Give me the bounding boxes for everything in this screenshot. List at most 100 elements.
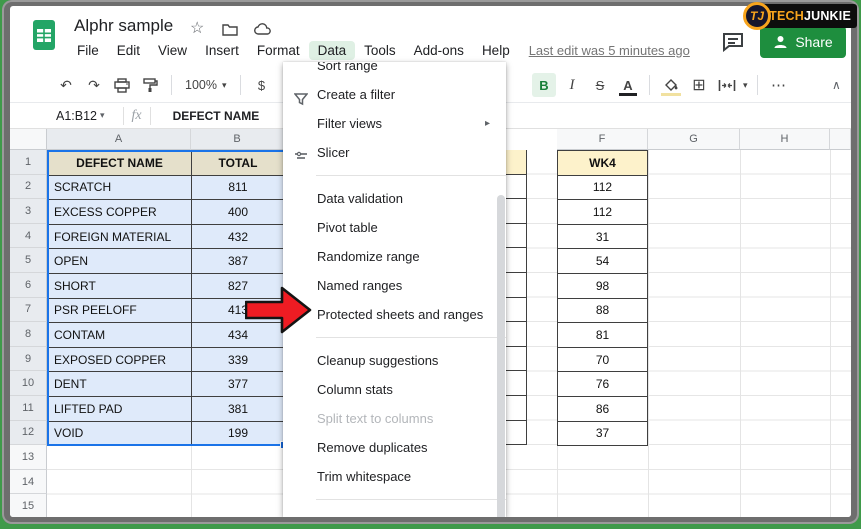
undo-icon[interactable]: ↶: [54, 73, 78, 97]
menu-item-protected-sheets-and-ranges[interactable]: Protected sheets and ranges: [283, 300, 506, 329]
menu-item-create-a-filter[interactable]: Create a filter: [283, 80, 506, 109]
row-header[interactable]: 15: [10, 494, 47, 517]
cell[interactable]: 400: [192, 200, 285, 225]
cell[interactable]: SHORT: [48, 274, 192, 299]
share-button[interactable]: Share: [760, 26, 846, 58]
menu-addons[interactable]: Add-ons: [405, 41, 473, 60]
cell[interactable]: LIFTED PAD: [48, 397, 192, 422]
row-header[interactable]: 1: [10, 150, 47, 175]
bold-button[interactable]: B: [532, 73, 556, 97]
cell-b1[interactable]: TOTAL: [192, 151, 285, 176]
name-box[interactable]: A1:B12: [56, 109, 100, 123]
cell[interactable]: 86: [558, 397, 648, 422]
row-header[interactable]: 14: [10, 470, 47, 495]
collapse-toolbar-icon[interactable]: ∧: [832, 68, 841, 102]
row-header[interactable]: 5: [10, 248, 47, 273]
row-header[interactable]: 2: [10, 175, 47, 200]
cell[interactable]: 31: [558, 225, 648, 250]
cell[interactable]: 381: [192, 397, 285, 422]
menu-item-cleanup-suggestions[interactable]: Cleanup suggestions: [283, 346, 506, 375]
borders-button[interactable]: ⊞: [687, 73, 711, 97]
document-title[interactable]: Alphr sample: [74, 16, 173, 36]
cell[interactable]: 432: [192, 225, 285, 250]
cell[interactable]: SCRATCH: [48, 176, 192, 201]
cell[interactable]: 98: [558, 274, 648, 299]
italic-button[interactable]: I: [560, 73, 584, 97]
row-header[interactable]: 4: [10, 224, 47, 249]
cell[interactable]: VOID: [48, 422, 192, 447]
folder-icon[interactable]: [222, 23, 238, 40]
cell[interactable]: EXCESS COPPER: [48, 200, 192, 225]
column-header-g[interactable]: G: [648, 129, 740, 150]
text-color-button[interactable]: A: [616, 73, 640, 97]
menu-item-pivot-table[interactable]: Pivot table: [283, 213, 506, 242]
menu-insert[interactable]: Insert: [196, 41, 248, 60]
column-header-h[interactable]: H: [740, 129, 830, 150]
row-header[interactable]: 10: [10, 371, 47, 396]
name-box-dropdown-icon[interactable]: ▾: [100, 110, 105, 121]
menu-tools[interactable]: Tools: [355, 41, 405, 60]
row-header[interactable]: 13: [10, 445, 47, 470]
merge-cells-button[interactable]: [715, 73, 739, 97]
cell[interactable]: 112: [558, 200, 648, 225]
row-header[interactable]: 7: [10, 298, 47, 323]
last-edit-link[interactable]: Last edit was 5 minutes ago: [529, 43, 690, 58]
menu-item-column-stats[interactable]: Column stats: [283, 375, 506, 404]
print-icon[interactable]: [110, 73, 134, 97]
cell[interactable]: EXPOSED COPPER: [48, 348, 192, 373]
more-toolbar-button[interactable]: ⋯: [767, 73, 791, 97]
paint-format-icon[interactable]: [138, 73, 162, 97]
merge-dropdown-icon[interactable]: ▾: [743, 80, 748, 91]
menu-scrollbar[interactable]: [497, 195, 505, 517]
menu-item-remove-duplicates[interactable]: Remove duplicates: [283, 433, 506, 462]
menu-help[interactable]: Help: [473, 41, 519, 60]
row-header[interactable]: 3: [10, 199, 47, 224]
cell[interactable]: 112: [558, 176, 648, 201]
cell-a1[interactable]: DEFECT NAME: [48, 151, 192, 176]
row-header[interactable]: 6: [10, 273, 47, 298]
menu-format[interactable]: Format: [248, 41, 309, 60]
menu-file[interactable]: File: [68, 41, 108, 60]
menu-edit[interactable]: Edit: [108, 41, 149, 60]
zoom-select[interactable]: 100% ▾: [181, 78, 231, 92]
menu-item-data-validation[interactable]: Data validation: [283, 184, 506, 213]
cell[interactable]: 88: [558, 299, 648, 324]
cell[interactable]: CONTAM: [48, 323, 192, 348]
cell[interactable]: 70: [558, 348, 648, 373]
menu-item-sort-range[interactable]: Sort range: [283, 62, 506, 80]
cell[interactable]: OPEN: [48, 249, 192, 274]
menu-item-filter-views[interactable]: Filter views ▸: [283, 109, 506, 138]
cell[interactable]: 37: [558, 422, 648, 447]
column-header-b[interactable]: B: [191, 129, 284, 150]
cell[interactable]: 339: [192, 348, 285, 373]
column-header-a[interactable]: A: [47, 129, 191, 150]
fill-color-button[interactable]: [659, 73, 683, 97]
cell[interactable]: 387: [192, 249, 285, 274]
column-header-f[interactable]: F: [557, 129, 648, 150]
cell[interactable]: 54: [558, 249, 648, 274]
menu-data[interactable]: Data: [309, 41, 356, 60]
row-header[interactable]: 9: [10, 347, 47, 372]
cell[interactable]: DENT: [48, 372, 192, 397]
cell[interactable]: 76: [558, 372, 648, 397]
cell[interactable]: PSR PEELOFF: [48, 299, 192, 324]
formula-input[interactable]: DEFECT NAME: [173, 109, 260, 123]
column-header-partial[interactable]: [830, 129, 851, 150]
menu-item-trim-whitespace[interactable]: Trim whitespace: [283, 462, 506, 491]
cell[interactable]: 81: [558, 323, 648, 348]
cell[interactable]: FOREIGN MATERIAL: [48, 225, 192, 250]
cell-f1[interactable]: WK4: [558, 151, 648, 176]
format-currency-button[interactable]: $: [250, 73, 274, 97]
cell[interactable]: 199: [192, 422, 285, 447]
row-header[interactable]: 12: [10, 421, 47, 446]
cell[interactable]: 377: [192, 372, 285, 397]
comment-history-icon[interactable]: [722, 32, 744, 57]
cell[interactable]: 811: [192, 176, 285, 201]
row-header[interactable]: 8: [10, 322, 47, 347]
row-header[interactable]: 11: [10, 396, 47, 421]
star-icon[interactable]: ☆: [190, 21, 204, 37]
menu-item-randomize-range[interactable]: Randomize range: [283, 242, 506, 271]
menu-item-slicer[interactable]: Slicer: [283, 138, 506, 167]
redo-icon[interactable]: ↷: [82, 73, 106, 97]
menu-item-group[interactable]: Group Alt+Shift+→: [283, 508, 506, 517]
